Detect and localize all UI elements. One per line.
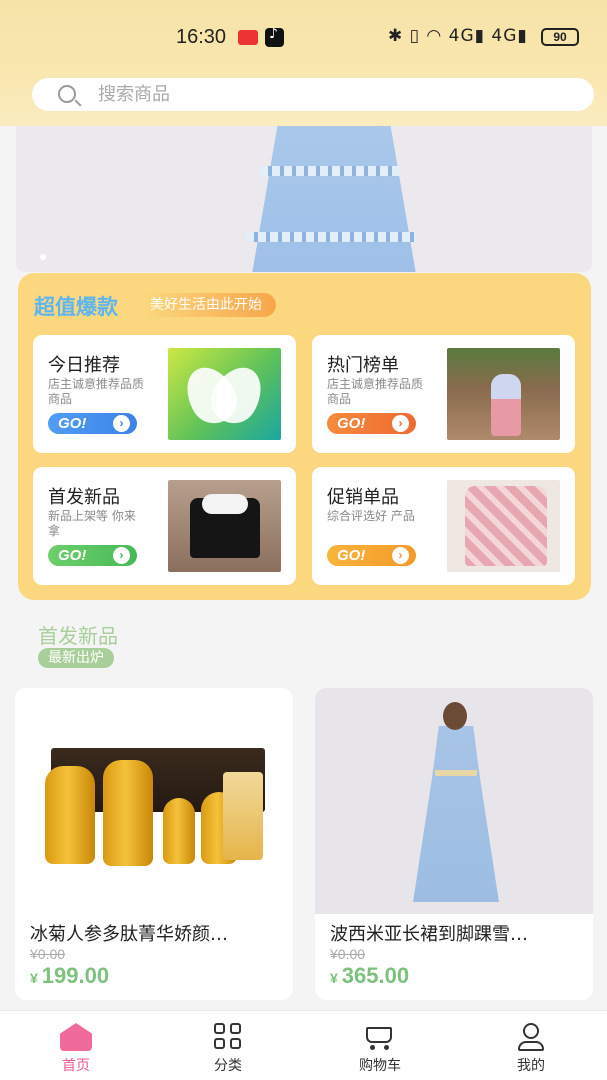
nav-label: 购物车 (359, 1058, 401, 1074)
product-price: ¥199.00 (30, 963, 109, 989)
go-label: GO! (58, 415, 87, 432)
notification-app-icon (238, 30, 258, 45)
card-title: 促销单品 (327, 487, 399, 508)
product-name: 波西米亚长裙到脚踝雪… (330, 924, 528, 945)
card-subtitle: 店主诚意推荐品质商品 (327, 377, 424, 406)
hot-deals-panel: 超值爆款 美好生活由此开始 今日推荐 店主诚意推荐品质商品 GO! › 热门榜单… (18, 273, 591, 600)
hot-deals-tagline: 美好生活由此开始 (142, 293, 276, 317)
product-card[interactable]: 冰菊人参多肽菁华娇颜… ¥0.00 ¥199.00 (15, 688, 293, 1000)
search-bar[interactable] (32, 78, 594, 111)
banner-lace-detail (246, 232, 416, 242)
product-thumbnail (168, 480, 281, 572)
nav-item-cart[interactable]: 购物车 (304, 1011, 456, 1080)
card-title: 今日推荐 (48, 355, 120, 376)
nav-label: 首页 (62, 1058, 90, 1074)
price-value: 365.00 (341, 963, 410, 988)
go-button[interactable]: GO! › (48, 545, 137, 566)
tiktok-icon (265, 26, 284, 47)
go-label: GO! (337, 415, 366, 432)
status-time: 16:30 (176, 26, 227, 48)
banner-lace-detail (260, 166, 400, 176)
go-button[interactable]: GO! › (327, 413, 416, 434)
go-label: GO! (337, 547, 366, 564)
product-image (15, 688, 293, 914)
battery-icon: 90 (541, 28, 579, 46)
currency-symbol: ¥ (330, 970, 338, 986)
banner-dress-image (251, 126, 417, 272)
arrow-right-icon: › (392, 415, 409, 432)
grid-icon (212, 1023, 244, 1051)
card-subtitle: 综合评选好 产品 (327, 509, 415, 523)
section-tag: 最新出炉 (38, 648, 114, 668)
go-button[interactable]: GO! › (48, 413, 137, 434)
original-price: ¥0.00 (30, 946, 66, 962)
app-logo-image (168, 348, 281, 440)
home-icon (60, 1023, 92, 1051)
card-hot-list[interactable]: 热门榜单 店主诚意推荐品质商品 GO! › (312, 335, 575, 453)
nav-label: 我的 (517, 1058, 545, 1074)
product-image (315, 688, 593, 914)
search-icon (58, 85, 76, 103)
card-subtitle: 店主诚意推荐品质商品 (48, 377, 145, 406)
banner-carousel[interactable] (16, 126, 592, 272)
nav-item-profile[interactable]: 我的 (455, 1011, 607, 1080)
card-new-arrivals[interactable]: 首发新品 新品上架等 你来拿 GO! › (33, 467, 296, 585)
bottom-nav: 首页 分类 购物车 我的 (0, 1010, 607, 1080)
product-name: 冰菊人参多肽菁华娇颜… (30, 924, 228, 945)
product-card[interactable]: 波西米亚长裙到脚踝雪… ¥0.00 ¥365.00 (315, 688, 593, 1000)
card-today-recommend[interactable]: 今日推荐 店主诚意推荐品质商品 GO! › (33, 335, 296, 453)
card-title: 首发新品 (48, 487, 120, 508)
nav-item-category[interactable]: 分类 (152, 1011, 304, 1080)
currency-symbol: ¥ (30, 970, 38, 986)
header: 16:30 ✱ ▯ ◠ 4G▮ 4G▮ 90 (0, 0, 607, 126)
arrow-right-icon: › (113, 415, 130, 432)
go-label: GO! (58, 547, 87, 564)
card-title: 热门榜单 (327, 355, 399, 376)
nav-label: 分类 (214, 1058, 242, 1074)
go-button[interactable]: GO! › (327, 545, 416, 566)
hot-deals-title: 超值爆款 (34, 295, 118, 319)
carousel-indicator[interactable] (40, 254, 46, 260)
original-price: ¥0.00 (330, 946, 366, 962)
cart-icon (364, 1023, 396, 1051)
product-thumbnail (447, 480, 560, 572)
section-title: 首发新品 (38, 624, 118, 648)
status-icons: ✱ ▯ ◠ 4G▮ 4G▮ (388, 26, 528, 46)
status-bar: 16:30 ✱ ▯ ◠ 4G▮ 4G▮ 90 (0, 22, 607, 54)
arrow-right-icon: › (392, 547, 409, 564)
price-value: 199.00 (41, 963, 110, 988)
user-icon (515, 1023, 547, 1051)
product-thumbnail (447, 348, 560, 440)
nav-item-home[interactable]: 首页 (0, 1011, 152, 1080)
arrow-right-icon: › (113, 547, 130, 564)
search-input[interactable] (98, 82, 558, 107)
card-subtitle: 新品上架等 你来拿 (48, 509, 136, 538)
card-promotion[interactable]: 促销单品 综合评选好 产品 GO! › (312, 467, 575, 585)
product-price: ¥365.00 (330, 963, 409, 989)
